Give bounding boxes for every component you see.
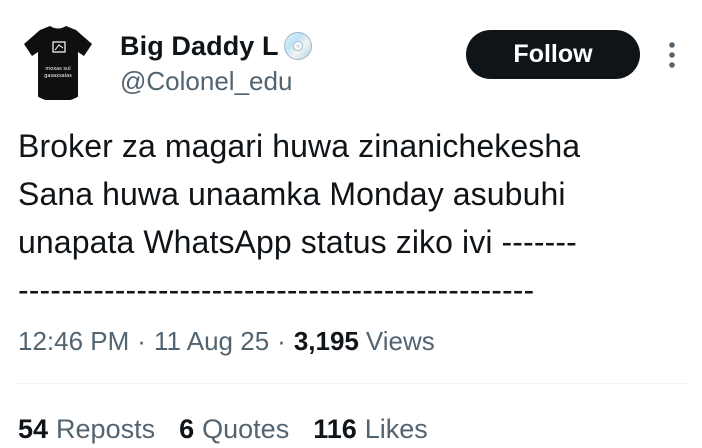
views-count: 3,195 <box>293 325 359 356</box>
avatar-tshirt-image: moxas sul gasaxsalas <box>24 26 92 100</box>
display-name[interactable]: Big Daddy L <box>120 31 279 62</box>
meta-separator: · <box>277 325 286 356</box>
engagement-stats: 54 Reposts 6 Quotes 116 Likes <box>18 410 452 448</box>
likes-label: Likes <box>364 413 428 444</box>
reposts-label: Reposts <box>56 413 156 444</box>
tweet-time[interactable]: 12:46 PM <box>18 326 129 357</box>
avatar-text-2: gasaxsalas <box>44 73 72 79</box>
tweet-header: moxas sul gasaxsalas Big Daddy L @Colone… <box>0 0 702 110</box>
cd-disc-icon <box>283 31 313 61</box>
avatar[interactable]: moxas sul gasaxsalas <box>18 22 98 102</box>
avatar-text-1: moxas sul <box>45 66 70 72</box>
quotes-label: Quotes <box>202 413 290 444</box>
divider <box>18 383 688 384</box>
more-options-button[interactable] <box>658 38 686 72</box>
quotes-count: 6 <box>179 413 195 444</box>
quotes-stat[interactable]: 6 Quotes <box>179 414 289 445</box>
views-label: Views <box>365 325 435 356</box>
reposts-stat[interactable]: 54 Reposts <box>18 414 155 445</box>
tweet-date[interactable]: 11 Aug 25 <box>154 326 269 357</box>
likes-stat[interactable]: 116 Likes <box>313 414 428 445</box>
name-row: Big Daddy L <box>120 28 313 64</box>
reposts-count: 54 <box>18 413 49 444</box>
tweet-text: Broker za magari huwa zinanichekesha San… <box>18 128 581 308</box>
tweet-meta: 12:46 PM · 11 Aug 25 · 3,195 Views <box>18 322 435 360</box>
likes-count: 116 <box>313 413 357 444</box>
meta-separator: · <box>137 325 146 356</box>
user-handle[interactable]: @Colonel_edu <box>120 66 292 97</box>
follow-button[interactable]: Follow <box>466 30 640 79</box>
vertical-ellipsis-icon <box>669 42 675 68</box>
